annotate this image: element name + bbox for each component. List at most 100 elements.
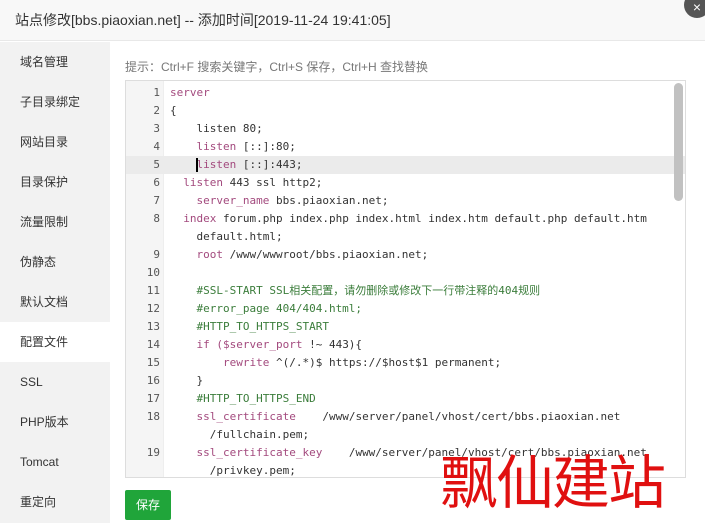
line-number: 1 [153, 86, 160, 99]
save-button[interactable]: 保存 [125, 490, 171, 520]
line-text: /fullchain.pem; [170, 426, 309, 444]
comment: #error_page 404/404.html; [170, 302, 363, 315]
sidebar-item[interactable]: 域名管理 [0, 42, 110, 82]
sidebar-item[interactable]: PHP版本 [0, 402, 110, 442]
sidebar-item[interactable]: 配置文件 [0, 322, 110, 362]
sidebar-item[interactable]: 默认文档 [0, 282, 110, 322]
keyword: ssl_certificate [170, 410, 296, 423]
line-text: default.html; [170, 228, 283, 246]
sidebar-item[interactable]: 目录保护 [0, 162, 110, 202]
line-number: 11 [146, 284, 160, 297]
code-line[interactable]: 18 ssl_certificate /www/server/panel/vho… [126, 408, 685, 426]
line-text: if ($server_port !~ 443){ [170, 336, 362, 354]
code-line[interactable]: default.html; [126, 228, 685, 246]
line-text: #HTTP_TO_HTTPS_START [170, 318, 329, 336]
sidebar: 域名管理 子目录绑定 网站目录 目录保护 流量限制 伪静态 默认文档 配置文件 SSL PHP版本… [0, 42, 110, 523]
line-number: 15 [146, 356, 160, 369]
keyword: root [170, 248, 223, 261]
line-text: root /www/wwwroot/bbs.piaoxian.net; [170, 246, 428, 264]
line-text: rewrite ^(/.*)$ https://$host$1 permanen… [170, 354, 501, 372]
sidebar-item[interactable]: 流量限制 [0, 202, 110, 242]
sidebar-item[interactable]: 重定向 [0, 482, 110, 522]
comment: #HTTP_TO_HTTPS_START [170, 320, 329, 333]
code-line[interactable]: 8 index forum.php index.php index.html i… [126, 210, 685, 228]
value: /www/server/panel/vhost/cert/bbs.piaoxia… [295, 410, 621, 423]
code-line[interactable]: 5 listen [::]:443; [126, 156, 685, 174]
keyword: if ($server_port [170, 338, 303, 351]
line-text: listen [::]:443; [170, 156, 302, 174]
line-text: /privkey.pem; [170, 462, 296, 477]
value: /privkey.pem; [170, 464, 296, 477]
keyword: server_name [170, 194, 270, 207]
value: default.html; [170, 230, 283, 243]
code-line[interactable]: 16 } [126, 372, 685, 390]
code-line[interactable]: 2{ [126, 102, 685, 120]
code-line[interactable]: 12 #error_page 404/404.html; [126, 300, 685, 318]
keyword: index [170, 212, 217, 225]
line-number: 16 [146, 374, 160, 387]
code-line[interactable]: 7 server_name bbs.piaoxian.net; [126, 192, 685, 210]
value: } [170, 374, 204, 387]
value: bbs.piaoxian.net; [269, 194, 389, 207]
line-text: listen [::]:80; [170, 138, 296, 156]
dialog-title: 站点修改[bbs.piaoxian.net] -- 添加时间[2019-11-2… [15, 12, 391, 28]
code-line[interactable]: 6 listen 443 ssl http2; [126, 174, 685, 192]
line-number: 17 [146, 392, 160, 405]
line-text: #SSL-START SSL相关配置，请勿删除或修改下一行带注释的404规则 [170, 282, 540, 300]
line-number: 13 [146, 320, 160, 333]
line-text: server [170, 84, 210, 102]
line-number: 9 [153, 248, 160, 261]
code-line[interactable]: 17 #HTTP_TO_HTTPS_END [126, 390, 685, 408]
code-line[interactable]: 10 [126, 264, 685, 282]
line-number: 7 [153, 194, 160, 207]
line-number: 19 [146, 446, 160, 459]
code-line[interactable]: 13 #HTTP_TO_HTTPS_START [126, 318, 685, 336]
value: !~ 443){ [302, 338, 363, 351]
line-number: 5 [153, 158, 160, 171]
code-line[interactable]: 4 listen [::]:80; [126, 138, 685, 156]
shortcut-hint: 提示：Ctrl+F 搜索关键字，Ctrl+S 保存，Ctrl+H 查找替换 [125, 60, 429, 74]
code-line[interactable]: 3 listen 80; [126, 120, 685, 138]
line-number: 12 [146, 302, 160, 315]
line-text: #HTTP_TO_HTTPS_END [170, 390, 316, 408]
watermark: 飘仙建站 [440, 449, 666, 517]
line-text: { [170, 102, 177, 120]
line-text: #error_page 404/404.html; [170, 300, 362, 318]
line-text: server_name bbs.piaoxian.net; [170, 192, 389, 210]
line-text: } [170, 372, 203, 390]
sidebar-item[interactable]: Tomcat [0, 442, 110, 482]
code-line[interactable]: 1 server [126, 84, 685, 102]
value: [::]:443; [236, 158, 303, 171]
value: { [170, 104, 177, 117]
value: 443 ssl http2; [222, 176, 323, 189]
code-line[interactable]: 11 #SSL-START SSL相关配置，请勿删除或修改下一行带注释的404规… [126, 282, 685, 300]
code-line[interactable]: 14 if ($server_port !~ 443){ [126, 336, 685, 354]
code-editor[interactable]: 1 server 2{3 listen 80; 4 listen [::]:80; 5 … [125, 80, 686, 478]
line-number: 14 [146, 338, 160, 351]
value: [::]:80; [236, 140, 296, 153]
value: /fullchain.pem; [170, 428, 310, 441]
code-lines[interactable]: 1 server 2{3 listen 80; 4 listen [::]:80; 5 … [126, 84, 685, 477]
sidebar-item[interactable]: 网站目录 [0, 122, 110, 162]
value: listen 80; [170, 122, 263, 135]
comment: #HTTP_TO_HTTPS_END [170, 392, 316, 405]
line-number: 10 [146, 266, 160, 279]
sidebar-item[interactable]: 伪静态 [0, 242, 110, 282]
sidebar-item[interactable]: 子目录绑定 [0, 82, 110, 122]
code-line[interactable]: /fullchain.pem; [126, 426, 685, 444]
editor-scrollbar[interactable] [674, 83, 683, 201]
keyword: ssl_certificate_key [170, 446, 323, 459]
line-text: index forum.php index.php index.html ind… [170, 210, 647, 228]
keyword: listen [170, 176, 223, 189]
line-number: 18 [146, 410, 160, 423]
line-text: ssl_certificate /www/server/panel/vhost/… [170, 408, 620, 426]
code-line[interactable]: 15 rewrite ^(/.*)$ https://$host$1 perma… [126, 354, 685, 372]
line-number: 4 [153, 140, 160, 153]
keyword: listen [170, 158, 237, 171]
code-line[interactable]: 9 root /www/wwwroot/bbs.piaoxian.net; [126, 246, 685, 264]
line-number: 6 [153, 176, 160, 189]
keyword: listen [170, 140, 237, 153]
sidebar-item[interactable]: SSL [0, 362, 110, 402]
line-text: listen 80; [170, 120, 263, 138]
comment: #SSL-START SSL相关配置，请勿删除或修改下一行带注释的404规则 [170, 284, 541, 297]
